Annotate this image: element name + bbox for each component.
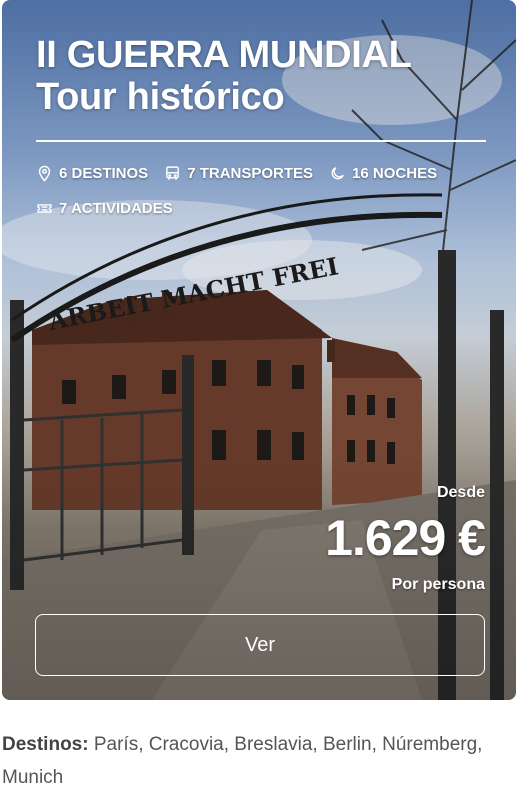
nights-count: 16 NOCHES	[329, 165, 437, 182]
destinations-heading: Destinos:	[2, 734, 89, 755]
transports-count-label: 7 TRANSPORTES	[187, 165, 314, 182]
price-amount: 1.629 €	[325, 510, 486, 566]
ticket-icon	[37, 204, 52, 213]
moon-icon	[331, 167, 344, 180]
bus-icon	[166, 166, 180, 180]
title-line-2: Tour histórico	[36, 76, 285, 118]
view-tour-button[interactable]: Ver	[35, 614, 485, 676]
transports-count: 7 TRANSPORTES	[164, 165, 313, 182]
tour-card[interactable]: ARBEIT MACHT FREI II GUERRA MUNDIAL Tour…	[2, 0, 516, 700]
tour-meta-row-2: 7 ACTIVIDADES	[36, 200, 189, 217]
nights-count-label: 16 NOCHES	[352, 165, 438, 182]
title-line-1: II GUERRA MUNDIAL	[36, 34, 412, 76]
price-per-person-label: Por persona	[391, 576, 485, 593]
tour-title: II GUERRA MUNDIAL Tour histórico	[36, 34, 412, 118]
title-divider	[36, 140, 486, 142]
price-from-label: Desde	[436, 484, 485, 501]
destinations-count-label: 6 DESTINOS	[59, 165, 149, 182]
destinations-list: Destinos: París, Cracovia, Breslavia, Be…	[2, 728, 502, 794]
destinations-count: 6 DESTINOS	[36, 165, 148, 182]
activities-count: 7 ACTIVIDADES	[36, 200, 173, 217]
location-pin-icon	[38, 165, 51, 182]
activities-count-label: 7 ACTIVIDADES	[59, 200, 173, 217]
tour-meta-row-1: 6 DESTINOS 7 TRANSPORTES 16 NOCHES	[36, 165, 453, 182]
